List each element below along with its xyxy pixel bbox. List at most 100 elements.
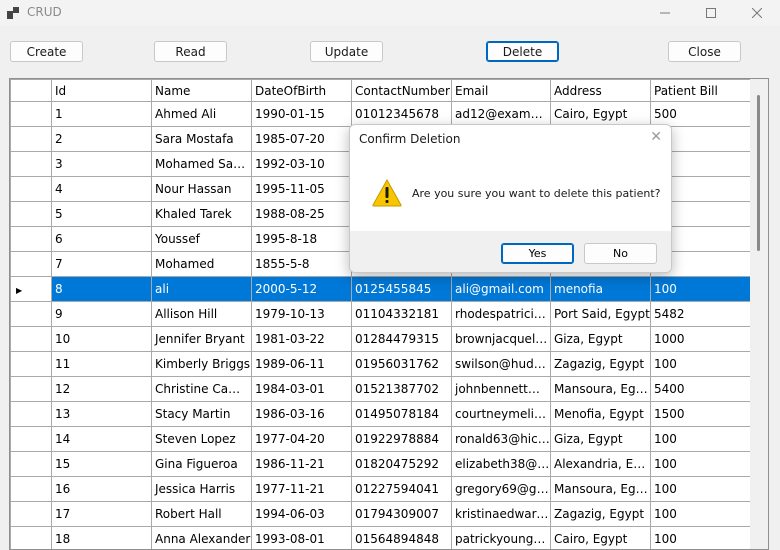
- row-header[interactable]: [10, 301, 52, 327]
- table-row[interactable]: 9 Allison Hill 1979-10-13 01104332181 rhodes…: [10, 301, 751, 327]
- table-cell[interactable]: 16: [51, 476, 152, 502]
- table-cell[interactable]: Gina Figueroa: [151, 451, 252, 477]
- table-cell[interactable]: 1989-06-11: [251, 351, 352, 377]
- table-cell[interactable]: Ahmed Ali: [151, 101, 252, 127]
- table-row[interactable]: 14 Steven Lopez 1977-04-20 01922978884 ronal…: [10, 426, 751, 452]
- table-cell[interactable]: Robert Hall: [151, 501, 252, 527]
- table-cell[interactable]: 6: [51, 226, 152, 252]
- table-cell[interactable]: 01495078184: [351, 401, 452, 427]
- table-cell[interactable]: elizabeth38@hotmail.com: [451, 451, 551, 477]
- row-header[interactable]: [10, 526, 52, 549]
- table-cell[interactable]: 1990-01-15: [251, 101, 352, 127]
- row-header[interactable]: [10, 151, 52, 177]
- table-cell[interactable]: 2000-5-12: [251, 276, 352, 302]
- row-header[interactable]: [10, 326, 52, 352]
- table-row[interactable]: 13 Stacy Martin 1986-03-16 01495078184 court…: [10, 401, 751, 427]
- table-cell[interactable]: 100: [650, 276, 751, 302]
- yes-button[interactable]: Yes: [501, 243, 574, 264]
- table-cell[interactable]: 1981-03-22: [251, 326, 352, 352]
- table-cell[interactable]: 9: [51, 301, 152, 327]
- table-cell[interactable]: 100: [650, 501, 751, 527]
- row-header[interactable]: [10, 126, 52, 152]
- table-cell[interactable]: patrickyoung@example.com: [451, 526, 551, 549]
- column-header[interactable]: Name: [151, 79, 252, 102]
- table-cell[interactable]: Mohamed: [151, 251, 252, 277]
- table-cell[interactable]: Stacy Martin: [151, 401, 252, 427]
- table-cell[interactable]: 01820475292: [351, 451, 452, 477]
- no-button[interactable]: No: [584, 243, 657, 264]
- table-cell[interactable]: 5400: [650, 376, 751, 402]
- create-button[interactable]: Create: [10, 41, 83, 62]
- table-row[interactable]: 12Christine Campbell1984-03-010152138770…: [10, 376, 751, 402]
- row-header[interactable]: [10, 101, 52, 127]
- row-header[interactable]: [10, 226, 52, 252]
- table-row[interactable]: 1 Ahmed Ali 1990-01-15 01012345678 ad12@exam…: [10, 101, 751, 127]
- table-cell[interactable]: Anna Alexander: [151, 526, 252, 549]
- table-cell[interactable]: 5: [51, 201, 152, 227]
- table-cell[interactable]: brownjacqueline@example.com: [451, 326, 551, 352]
- table-cell[interactable]: 11: [51, 351, 152, 377]
- table-cell[interactable]: 1: [51, 101, 152, 127]
- table-cell[interactable]: gregory69@gmail.com: [451, 476, 551, 502]
- table-row[interactable]: 10 Jennifer Bryant 1981-03-22 01284479315 br…: [10, 326, 751, 352]
- table-cell[interactable]: 1994-06-03: [251, 501, 352, 527]
- table-cell[interactable]: Cairo, Egypt: [550, 101, 651, 127]
- table-cell[interactable]: 13: [51, 401, 152, 427]
- table-cell[interactable]: 100: [650, 426, 751, 452]
- table-cell[interactable]: 1992-03-10: [251, 151, 352, 177]
- row-header[interactable]: [10, 351, 52, 377]
- table-cell[interactable]: 1985-07-20: [251, 126, 352, 152]
- row-header[interactable]: [10, 201, 52, 227]
- table-cell[interactable]: 100: [650, 451, 751, 477]
- table-row[interactable]: 15 Gina Figueroa 1986-11-21 01820475292 eliz…: [10, 451, 751, 477]
- row-header[interactable]: [10, 376, 52, 402]
- table-cell[interactable]: 0125455845: [351, 276, 452, 302]
- table-cell[interactable]: 14: [51, 426, 152, 452]
- table-cell[interactable]: johnbennett@example.com: [451, 376, 551, 402]
- table-cell[interactable]: 01564894848: [351, 526, 452, 549]
- column-header[interactable]: Email: [451, 79, 551, 102]
- table-cell[interactable]: Mansoura, Egypt: [550, 376, 651, 402]
- table-row[interactable]: ▶ 8 ali 2000-5-12 0125455845 ali@gmail.com men…: [10, 276, 751, 302]
- column-header[interactable]: Id: [51, 79, 152, 102]
- table-cell[interactable]: 01521387702: [351, 376, 452, 402]
- table-row[interactable]: 16 Jessica Harris 1977-11-21 01227594041 gre…: [10, 476, 751, 502]
- table-cell[interactable]: 1988-08-25: [251, 201, 352, 227]
- table-cell[interactable]: 01922978884: [351, 426, 452, 452]
- dialog-close-icon[interactable]: ✕: [650, 129, 662, 145]
- table-cell[interactable]: Port Said, Egypt: [550, 301, 651, 327]
- close-window-button[interactable]: [734, 0, 780, 26]
- table-cell[interactable]: Jessica Harris: [151, 476, 252, 502]
- row-header[interactable]: [10, 476, 52, 502]
- row-header[interactable]: ▶: [10, 276, 52, 302]
- column-header[interactable]: DateOfBirth: [251, 79, 352, 102]
- table-cell[interactable]: Jennifer Bryant: [151, 326, 252, 352]
- table-cell[interactable]: 5482: [650, 301, 751, 327]
- table-cell[interactable]: 01012345678: [351, 101, 452, 127]
- table-cell[interactable]: Alexandria, Egypt: [550, 451, 651, 477]
- table-cell[interactable]: menofia: [550, 276, 651, 302]
- table-cell[interactable]: 4: [51, 176, 152, 202]
- table-cell[interactable]: 15: [51, 451, 152, 477]
- table-cell[interactable]: swilson@hudson.com: [451, 351, 551, 377]
- table-cell[interactable]: kristinaedwards@example.com: [451, 501, 551, 527]
- table-cell[interactable]: 1995-11-05: [251, 176, 352, 202]
- minimize-button[interactable]: [642, 0, 688, 26]
- vertical-scrollbar[interactable]: [750, 79, 768, 549]
- table-row[interactable]: 11 Kimberly Briggs 1989-06-11 01956031762 sw…: [10, 351, 751, 377]
- row-header[interactable]: [10, 401, 52, 427]
- table-cell[interactable]: 1993-08-01: [251, 526, 352, 549]
- table-cell[interactable]: 01284479315: [351, 326, 452, 352]
- table-cell[interactable]: Youssef: [151, 226, 252, 252]
- column-header[interactable]: Patient Bill: [650, 79, 751, 102]
- table-cell[interactable]: rhodespatricia@example.com: [451, 301, 551, 327]
- column-header[interactable]: Address: [550, 79, 651, 102]
- row-header[interactable]: [10, 426, 52, 452]
- table-cell[interactable]: Menofia, Egypt: [550, 401, 651, 427]
- table-cell[interactable]: Mohamed Samir: [151, 151, 252, 177]
- table-cell[interactable]: 1000: [650, 326, 751, 352]
- table-cell[interactable]: courtneymelissa@example.com: [451, 401, 551, 427]
- table-cell[interactable]: 1979-10-13: [251, 301, 352, 327]
- column-header[interactable]: ContactNumber: [351, 79, 452, 102]
- table-cell[interactable]: 1977-11-21: [251, 476, 352, 502]
